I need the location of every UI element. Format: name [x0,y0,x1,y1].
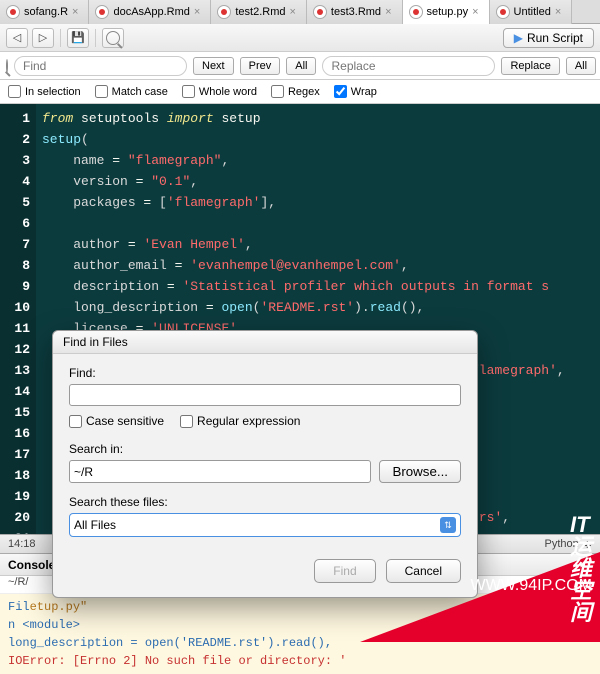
find-options: In selection Match case Whole word Regex… [0,80,600,104]
close-icon[interactable]: × [472,6,478,18]
tab-test3-rmd[interactable]: test3.Rmd× [307,0,403,24]
cursor-position: 14:18 [8,538,36,550]
match-case-checkbox[interactable]: Match case [95,85,168,98]
tab-docasapp-rmd[interactable]: docAsApp.Rmd× [89,0,211,24]
file-icon [313,5,327,19]
wrap-checkbox[interactable]: Wrap [334,85,377,98]
in-selection-checkbox[interactable]: In selection [8,85,81,98]
search-button[interactable] [102,28,124,48]
dialog-find-input[interactable] [69,384,461,406]
find-all-button[interactable]: All [286,57,316,75]
search-icon [106,31,120,45]
run-script-button[interactable]: Run Script [503,28,594,48]
forward-button[interactable]: ▷ [32,28,54,48]
close-icon[interactable]: × [289,6,295,18]
whole-word-checkbox[interactable]: Whole word [182,85,257,98]
find-bar: Next Prev All Replace All [0,52,600,80]
tab-test2-rmd[interactable]: test2.Rmd× [211,0,307,24]
file-icon [6,5,20,19]
tab-untitled[interactable]: Untitled× [490,0,573,24]
back-button[interactable]: ◁ [6,28,28,48]
search-in-input[interactable] [69,460,371,483]
file-type-select[interactable]: All Files ⇅ [69,513,461,537]
select-arrows-icon: ⇅ [440,517,456,533]
search-icon [6,59,8,73]
close-icon[interactable]: × [72,6,78,18]
find-label: Find: [69,366,461,380]
main-toolbar: ◁ ▷ 💾 Run Script [0,24,600,52]
close-icon[interactable]: × [194,6,200,18]
replace-button[interactable]: Replace [501,57,559,75]
replace-all-button[interactable]: All [566,57,596,75]
search-in-label: Search in: [69,442,461,456]
find-input[interactable] [14,56,187,76]
dialog-title: Find in Files [53,331,477,354]
replace-input[interactable] [322,56,495,76]
tab-setup-py[interactable]: setup.py× [403,0,490,24]
tab-bar: sofang.R×docAsApp.Rmd×test2.Rmd×test3.Rm… [0,0,600,24]
browse-button[interactable]: Browse... [379,460,461,483]
find-next-button[interactable]: Next [193,57,234,75]
save-button[interactable]: 💾 [67,28,89,48]
regex-checkbox[interactable]: Regex [271,85,320,98]
regex-checkbox[interactable]: Regular expression [180,414,300,428]
find-prev-button[interactable]: Prev [240,57,281,75]
close-icon[interactable]: × [385,6,391,18]
search-files-label: Search these files: [69,495,461,509]
file-icon [217,5,231,19]
file-icon [95,5,109,19]
case-sensitive-checkbox[interactable]: Case sensitive [69,414,164,428]
tab-sofang-r[interactable]: sofang.R× [0,0,89,24]
gutter: 123456789101112131415161718192021 [0,104,36,534]
file-icon [409,5,423,19]
file-icon [496,5,510,19]
close-icon[interactable]: × [555,6,561,18]
